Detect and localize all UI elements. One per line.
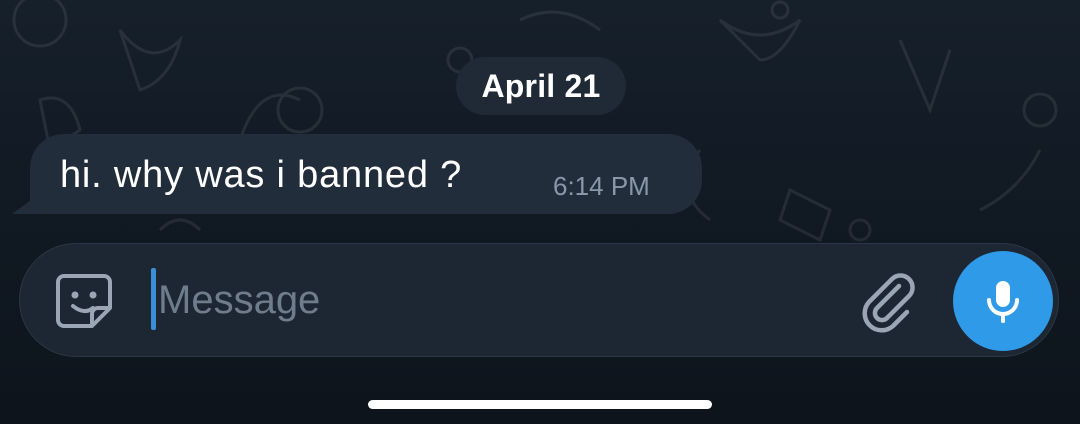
paperclip-icon	[862, 273, 915, 333]
voice-record-button[interactable]	[953, 251, 1053, 351]
date-label: April 21	[481, 67, 601, 104]
sticker-button[interactable]	[52, 268, 116, 332]
home-indicator[interactable]	[368, 400, 712, 409]
chat-screen: April 21 hi. why was i banned ? 6:14 PM	[0, 0, 1080, 424]
text-cursor	[151, 268, 156, 330]
sticker-smile-icon	[56, 274, 112, 328]
message-text: hi. why was i banned ?	[60, 154, 463, 196]
message-timestamp: 6:14 PM	[553, 171, 650, 201]
microphone-icon	[987, 281, 1019, 323]
date-separator: April 21	[456, 57, 626, 115]
message-input[interactable]	[158, 270, 838, 330]
attach-button[interactable]	[855, 268, 921, 334]
